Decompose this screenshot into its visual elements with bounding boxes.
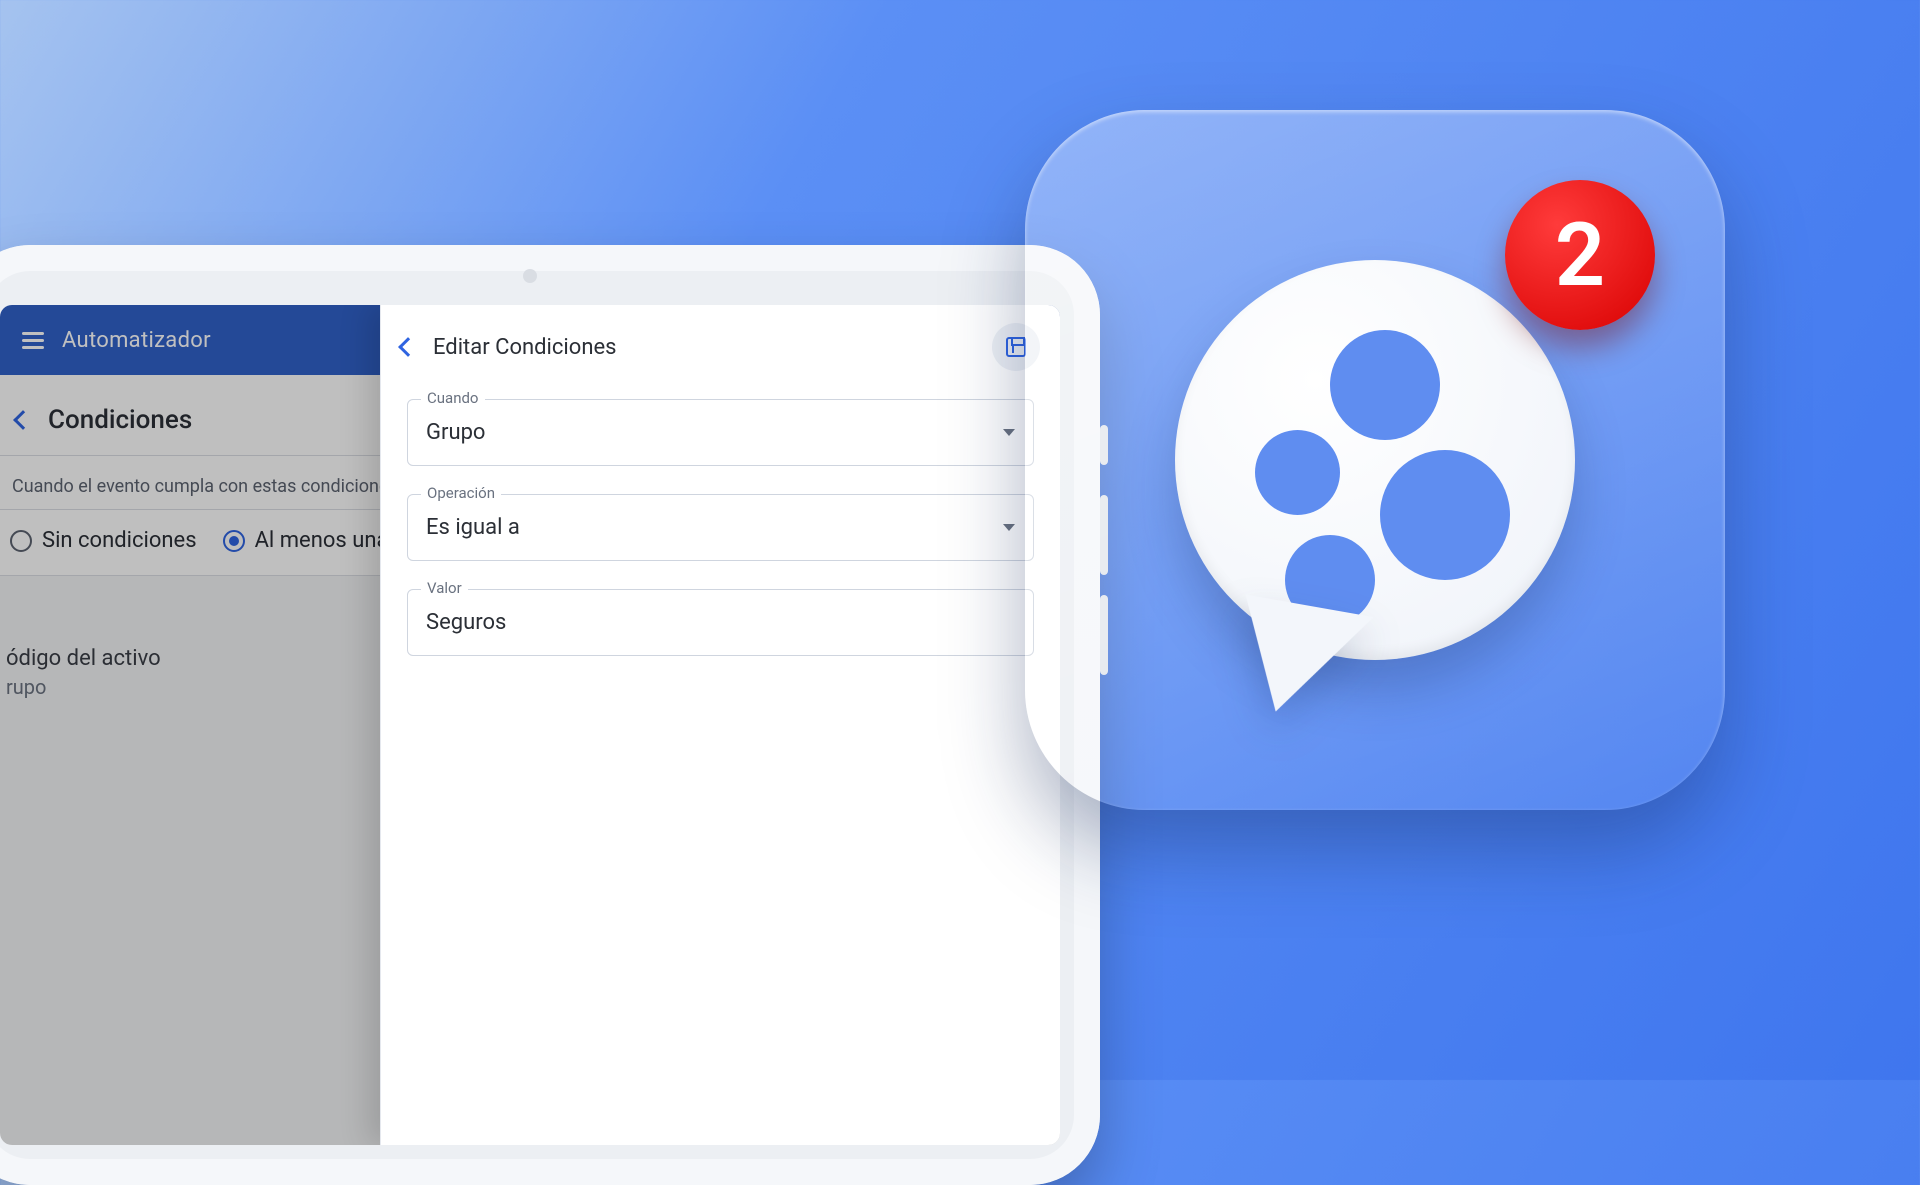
field-valor: Valor Seguros [407, 589, 1034, 656]
dot-icon [1285, 535, 1375, 625]
select-value: Grupo [426, 420, 485, 445]
panel-title: Editar Condiciones [433, 335, 617, 360]
dot-icon [1380, 450, 1510, 580]
tablet-frame: Automatizador Condiciones Cuando el even… [0, 245, 1100, 1185]
dot-icon [1330, 330, 1440, 440]
notification-badge: 2 [1505, 180, 1655, 330]
save-icon [1006, 337, 1026, 357]
select-value: Es igual a [426, 515, 520, 540]
input-value: Seguros [426, 610, 506, 635]
field-label: Valor [421, 579, 468, 597]
tablet-screen: Automatizador Condiciones Cuando el even… [0, 305, 1060, 1145]
badge-count: 2 [1555, 204, 1605, 307]
panel-body: Cuando Grupo Operación Es igual a Valor [381, 389, 1060, 666]
operacion-select[interactable]: Es igual a [407, 494, 1034, 561]
dot-icon [1255, 430, 1340, 515]
panel-header: Editar Condiciones [381, 305, 1060, 389]
field-operacion: Operación Es igual a [407, 494, 1034, 561]
app-icon-tile: 2 [1025, 110, 1725, 810]
chevron-down-icon [1003, 524, 1015, 531]
field-label: Cuando [421, 389, 485, 407]
field-cuando: Cuando Grupo [407, 399, 1034, 466]
chevron-down-icon [1003, 429, 1015, 436]
panel-back-icon[interactable] [398, 337, 418, 357]
chat-bubble-icon [1175, 260, 1575, 660]
field-label: Operación [421, 484, 501, 502]
cuando-select[interactable]: Grupo [407, 399, 1034, 466]
edit-conditions-panel: Editar Condiciones Cuando Grupo Operació… [380, 305, 1060, 1145]
valor-input[interactable]: Seguros [407, 589, 1034, 656]
